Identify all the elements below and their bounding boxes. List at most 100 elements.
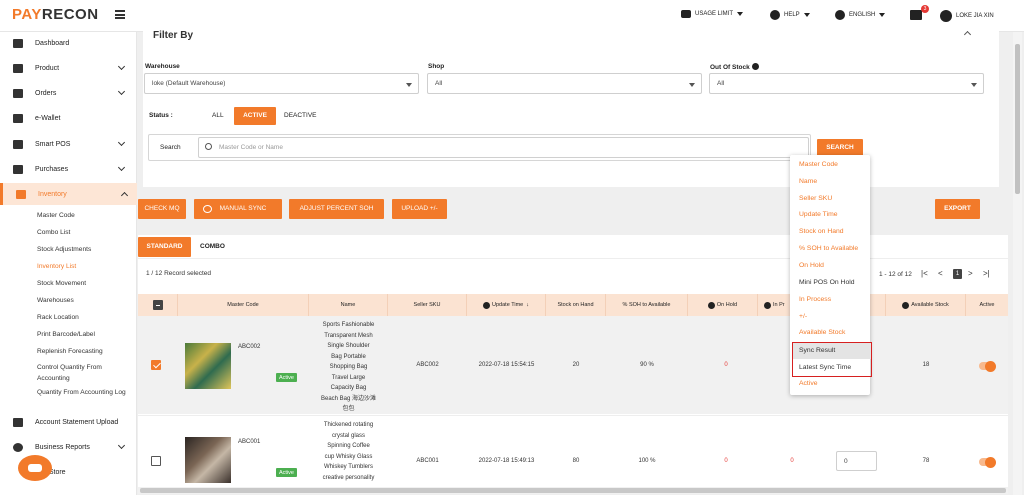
header-available-stock[interactable]: Available Stock — [886, 294, 966, 316]
warehouse-select[interactable]: loke (Default Warehouse) — [144, 73, 419, 94]
page-number[interactable]: 1 — [953, 269, 962, 279]
status-active-button[interactable]: ACTIVE — [234, 107, 276, 125]
sidebar-sub-control-quantity[interactable]: Control Quantity From Accounting — [37, 362, 127, 384]
sidebar-item-smart-pos[interactable]: Smart POS — [0, 133, 137, 155]
sidebar-sub-inventory-list[interactable]: Inventory List — [37, 263, 76, 270]
upload-button[interactable]: UPLOAD +/- — [392, 199, 447, 219]
sidebar-item-ewallet[interactable]: e-Wallet — [0, 107, 137, 129]
product-image — [185, 437, 231, 483]
header-seller-sku[interactable]: Seller SKU — [388, 294, 467, 316]
globe-icon — [835, 10, 845, 20]
app-logo[interactable]: PAYRECON — [12, 6, 99, 23]
info-icon — [764, 301, 771, 309]
menu-item-in-process[interactable]: In Process — [799, 296, 831, 303]
row-on-hold[interactable]: 0 — [688, 362, 764, 368]
sidebar-item-business-reports[interactable]: Business Reports — [0, 436, 137, 458]
header-active[interactable]: Active — [966, 294, 1008, 316]
adjust-percent-soh-button[interactable]: ADJUST PERCENT SOH — [289, 199, 384, 219]
sidebar-sub-quantity-log[interactable]: Quantity From Accounting Log — [37, 387, 129, 398]
user-menu[interactable]: LOKE JIA XIN — [940, 10, 994, 22]
pos-icon — [13, 139, 23, 149]
status-badge: Active — [276, 468, 297, 477]
row-checkbox[interactable] — [151, 456, 161, 466]
out-of-stock-label: Out Of Stock — [710, 63, 759, 71]
menu-item-mini-pos-on-hold[interactable]: Mini POS On Hold — [799, 279, 855, 286]
scrollbar-thumb[interactable] — [140, 488, 1006, 493]
sidebar-sub-replenish-forecasting[interactable]: Replenish Forecasting — [37, 348, 103, 355]
header-name[interactable]: Name — [309, 294, 388, 316]
search-input[interactable]: Master Code or Name — [198, 137, 809, 158]
menu-item-plus-minus[interactable]: +/- — [799, 313, 807, 320]
sidebar-item-product[interactable]: Product — [0, 57, 137, 79]
menu-item-active[interactable]: Active — [799, 380, 818, 387]
sort-down-icon: ↓ — [526, 302, 529, 308]
tab-combo[interactable]: COMBO — [200, 243, 225, 250]
warehouse-label: Warehouse — [145, 63, 180, 70]
row-name: Sports Fashionable Transparent Mesh Single… — [320, 322, 377, 412]
first-page-icon[interactable]: |< — [921, 269, 928, 278]
sidebar-sub-stock-movement[interactable]: Stock Movement — [37, 280, 86, 287]
megaphone-icon — [910, 10, 922, 20]
menu-item-on-hold[interactable]: On Hold — [799, 262, 824, 269]
sidebar-sub-master-code[interactable]: Master Code — [37, 212, 75, 219]
help-menu[interactable]: HELP — [770, 10, 810, 20]
next-page-icon[interactable]: > — [968, 269, 973, 278]
active-toggle[interactable] — [979, 456, 996, 468]
export-button[interactable]: EXPORT — [935, 199, 980, 219]
tab-standard[interactable]: STANDARD — [138, 237, 191, 257]
row-checkbox[interactable] — [151, 360, 161, 370]
status-label: Status : — [149, 112, 173, 119]
header-soh-to-available[interactable]: % SOH to Available — [606, 294, 688, 316]
menu-item-seller-sku[interactable]: Seller SKU — [799, 195, 832, 202]
chevron-down-icon — [737, 12, 744, 16]
header-master-code[interactable]: Master Code — [178, 294, 309, 316]
status-all[interactable]: ALL — [212, 112, 224, 119]
header-on-hold[interactable]: On Hold — [688, 294, 758, 316]
notifications-button[interactable] — [910, 10, 922, 20]
menu-item-name[interactable]: Name — [799, 178, 817, 185]
sidebar-sub-combo-list[interactable]: Combo List — [37, 229, 70, 236]
sidebar-item-inventory[interactable]: Inventory — [0, 183, 137, 205]
tab-divider — [138, 258, 1008, 259]
sidebar-sub-stock-adjustments[interactable]: Stock Adjustments — [37, 246, 91, 253]
prev-page-icon[interactable]: < — [938, 269, 943, 278]
last-page-icon[interactable]: >| — [983, 269, 990, 278]
info-icon — [707, 301, 715, 309]
row-in-process[interactable]: 0 — [762, 458, 822, 464]
shop-select[interactable]: All — [427, 73, 702, 94]
sidebar-sub-print-barcode[interactable]: Print Barcode/Label — [37, 331, 95, 338]
sidebar-sub-warehouses[interactable]: Warehouses — [37, 297, 74, 304]
sidebar-item-purchases[interactable]: Purchases — [0, 158, 137, 180]
info-icon — [902, 301, 910, 309]
header-stock-on-hand[interactable]: Stock on Hand — [546, 294, 606, 316]
menu-toggle-icon[interactable] — [115, 10, 125, 19]
header-update-time[interactable]: Update Time ↓ — [467, 294, 546, 316]
chevron-down-icon — [117, 138, 126, 147]
chat-icon[interactable] — [18, 455, 52, 481]
language-menu[interactable]: ENGLISH — [835, 10, 886, 20]
status-deactive[interactable]: DEACTIVE — [284, 112, 317, 119]
sidebar-item-orders[interactable]: Orders — [0, 82, 137, 104]
scrollbar-thumb[interactable] — [1015, 44, 1020, 194]
active-toggle[interactable] — [979, 360, 996, 372]
usage-limit-menu[interactable]: USAGE LIMIT — [681, 10, 744, 18]
row-seller-sku: ABC001 — [416, 458, 439, 464]
menu-item-master-code[interactable]: Master Code — [799, 161, 838, 168]
menu-item-available-stock[interactable]: Available Stock — [799, 329, 845, 336]
vertical-scrollbar[interactable] — [1013, 32, 1022, 495]
menu-item-stock-on-hand[interactable]: Stock on Hand — [799, 228, 844, 235]
sidebar-item-account-statement[interactable]: Account Statement Upload — [0, 411, 137, 433]
row-on-hold[interactable]: 0 — [688, 458, 764, 464]
inventory-icon — [16, 189, 26, 199]
select-all-checkbox[interactable] — [152, 300, 163, 310]
menu-item-soh-to-available[interactable]: % SOH to Available — [799, 245, 858, 252]
check-mq-button[interactable]: CHECK MQ — [138, 199, 186, 219]
sidebar-item-dashboard[interactable]: Dashboard — [0, 32, 137, 54]
sidebar-sub-rack-location[interactable]: Rack Location — [37, 314, 79, 321]
manual-sync-button[interactable]: MANUAL SYNC — [194, 199, 282, 219]
menu-item-update-time[interactable]: Update Time — [799, 211, 838, 218]
out-of-stock-select[interactable]: All — [709, 73, 984, 94]
adjust-input[interactable]: 0 — [836, 451, 877, 471]
horizontal-scrollbar[interactable] — [138, 487, 1008, 494]
row-divider — [138, 415, 1008, 416]
